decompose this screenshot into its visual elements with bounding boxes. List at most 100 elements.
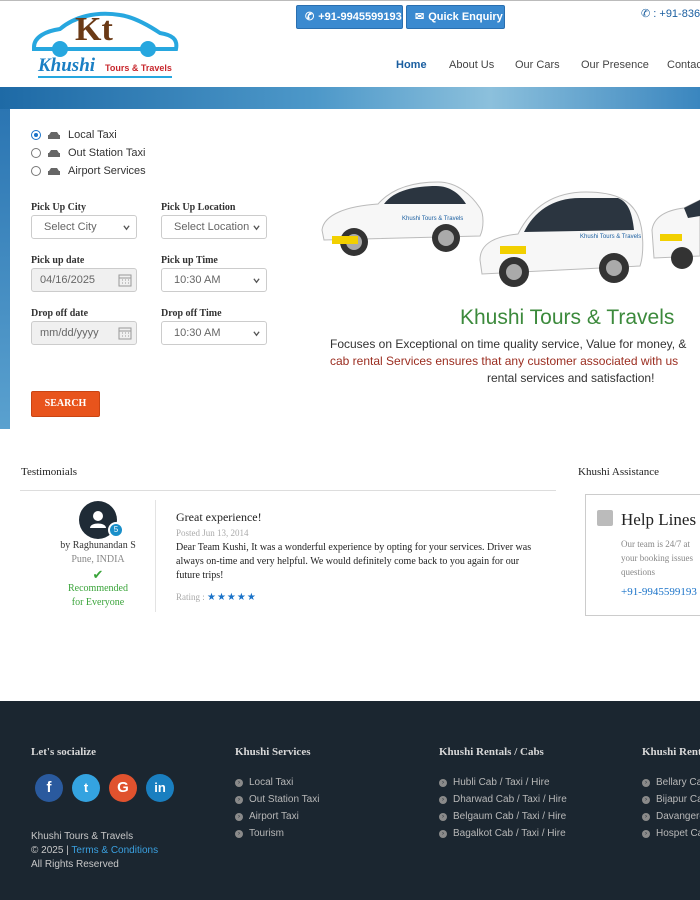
help-text-2: your booking issues — [621, 553, 693, 563]
pickup-city-select[interactable]: Select City — [31, 215, 137, 239]
calendar-icon[interactable] — [118, 273, 132, 287]
site-footer: Let's socialize Khushi Services Khushi R… — [0, 701, 700, 900]
footer-rental-label: Bagalkot Cab / Taxi / Hire — [453, 828, 566, 839]
footer-rental-label: Belgaum Cab / Taxi / Hire — [453, 811, 567, 822]
radio-airport-services[interactable] — [31, 166, 41, 176]
footer-service-airport-taxi[interactable]: › Airport Taxi — [235, 811, 299, 822]
nav-about-us[interactable]: About Us — [449, 59, 494, 71]
footer-social-title: Let's socialize — [31, 746, 97, 758]
hero-title: Khushi Tours & Travels — [460, 306, 675, 329]
header-banner-band — [0, 87, 700, 109]
pickup-time-select[interactable]: 10:30 AM — [161, 268, 267, 292]
phone-icon: ✆ — [641, 8, 651, 20]
footer-copyright-text: © 2025 | — [31, 845, 69, 856]
footer-service-tourism[interactable]: › Tourism — [235, 828, 284, 839]
reviewer-location: Pune, INDIA — [71, 554, 125, 565]
search-button[interactable]: SEARCH — [31, 391, 100, 417]
drop-time-value: 10:30 AM — [174, 327, 221, 339]
nav-home[interactable]: Home — [396, 59, 427, 71]
footer-rental2-bellary[interactable]: › Bellary Ca — [642, 777, 700, 788]
car-icon — [48, 131, 60, 139]
twitter-icon[interactable]: t — [72, 774, 100, 802]
testimonial-rating: Rating : ★★★★★ — [176, 592, 257, 603]
site-logo[interactable]: Kt Khushi Tours & Travels — [30, 9, 180, 79]
rating-label: Rating : — [176, 592, 205, 602]
quick-enquiry-label: Quick Enquiry — [428, 11, 503, 23]
testimonial-heading: Great experience! — [176, 510, 262, 524]
google-plus-icon[interactable]: G — [109, 774, 137, 802]
quick-enquiry-button[interactable]: ✉ Quick Enquiry — [406, 5, 505, 29]
footer-service-local-taxi[interactable]: › Local Taxi — [235, 777, 293, 788]
option-label: Out Station Taxi — [68, 147, 146, 159]
drop-date-input[interactable]: mm/dd/yyyy — [31, 321, 137, 345]
call-button[interactable]: ✆ +91-9945599193 — [296, 5, 403, 29]
testimonials-title: Testimonials — [21, 466, 78, 478]
radio-out-station-taxi[interactable] — [31, 148, 41, 158]
footer-rental2-davangere[interactable]: › Davangere — [642, 811, 700, 822]
logo-letters: Kt — [75, 11, 113, 48]
option-local-taxi[interactable]: Local Taxi — [31, 129, 117, 141]
footer-rental-dharwad[interactable]: › Dharwad Cab / Taxi / Hire — [439, 794, 567, 805]
footer-rental-label: Dharwad Cab / Taxi / Hire — [453, 794, 567, 805]
nav-contact[interactable]: Contact — [667, 59, 700, 71]
option-airport-services[interactable]: Airport Services — [31, 165, 146, 177]
hero-line-3: rental services and satisfaction! — [487, 371, 655, 385]
pickup-location-select[interactable]: Select Location — [161, 215, 267, 239]
pickup-time-label: Pick up Time — [161, 255, 218, 266]
footer-rental2-label: Bellary Ca — [656, 777, 700, 788]
star-icon: ★★★★★ — [207, 592, 257, 603]
chevron-right-icon: › — [642, 829, 650, 838]
nav-our-cars[interactable]: Our Cars — [515, 59, 560, 71]
footer-service-label: Out Station Taxi — [249, 794, 320, 805]
chevron-down-icon — [253, 225, 260, 231]
pickup-date-input[interactable]: 04/16/2025 — [31, 268, 137, 292]
footer-rentals-title: Khushi Rentals / Cabs — [439, 746, 544, 758]
chevron-right-icon: › — [642, 795, 650, 804]
pickup-city-value: Select City — [44, 221, 97, 233]
recommended-line-1: Recommended — [68, 583, 128, 594]
footer-service-label: Airport Taxi — [249, 811, 299, 822]
chevron-right-icon: › — [439, 812, 447, 821]
help-text-1: Our team is 24/7 at — [621, 539, 690, 549]
car-icon — [48, 167, 60, 175]
footer-rental-hubli[interactable]: › Hubli Cab / Taxi / Hire — [439, 777, 550, 788]
phone-icon — [597, 510, 613, 526]
hero-cars-image: Khushi Tours & Travels Khushi Tours & Tr… — [321, 181, 700, 287]
footer-rental-label: Hubli Cab / Taxi / Hire — [453, 777, 550, 788]
car-decal-text: Khushi Tours & Travels — [580, 234, 641, 240]
chevron-right-icon: › — [439, 829, 447, 838]
chevron-right-icon: › — [235, 795, 243, 804]
footer-services-title: Khushi Services — [235, 746, 311, 758]
footer-rental-bagalkot[interactable]: › Bagalkot Cab / Taxi / Hire — [439, 828, 566, 839]
top-phone[interactable]: ✆ : +91-836- — [641, 7, 700, 20]
logo-brand: Khushi — [38, 55, 96, 76]
help-lines-text: Our team is 24/7 at your booking issues … — [621, 537, 700, 579]
option-out-station-taxi[interactable]: Out Station Taxi — [31, 147, 145, 159]
review-count-badge: 5 — [108, 522, 124, 538]
pickup-date-label: Pick up date — [31, 255, 85, 266]
drop-time-select[interactable]: 10:30 AM — [161, 321, 267, 345]
envelope-icon: ✉ — [415, 11, 425, 23]
terms-link[interactable]: Terms & Conditions — [71, 845, 158, 856]
help-phone[interactable]: +91-9945599193 — [621, 586, 697, 598]
footer-service-out-station-taxi[interactable]: › Out Station Taxi — [235, 794, 319, 805]
chevron-right-icon: › — [439, 778, 447, 787]
option-label: Airport Services — [68, 165, 146, 177]
calendar-icon[interactable] — [118, 326, 132, 340]
recommended-line-2: for Everyone — [71, 597, 125, 608]
assistance-title: Khushi Assistance — [578, 466, 659, 478]
nav-our-presence[interactable]: Our Presence — [581, 59, 649, 71]
footer-rental2-hospet[interactable]: › Hospet Ca — [642, 828, 700, 839]
footer-rental-belgaum[interactable]: › Belgaum Cab / Taxi / Hire — [439, 811, 566, 822]
chevron-down-icon — [253, 331, 260, 337]
reviewer-name: by Raghunandan S — [60, 540, 136, 551]
hero-description: Focuses on Exceptional on time quality s… — [330, 336, 700, 387]
pickup-location-label: Pick Up Location — [161, 202, 236, 213]
footer-service-label: Local Taxi — [249, 777, 294, 788]
radio-local-taxi[interactable] — [31, 130, 41, 140]
chevron-right-icon: › — [235, 812, 243, 821]
drop-time-label: Drop off Time — [161, 308, 222, 319]
facebook-icon[interactable]: f — [35, 774, 63, 802]
linkedin-icon[interactable]: in — [146, 774, 174, 802]
footer-rental2-bijapur[interactable]: › Bijapur Ca — [642, 794, 700, 805]
